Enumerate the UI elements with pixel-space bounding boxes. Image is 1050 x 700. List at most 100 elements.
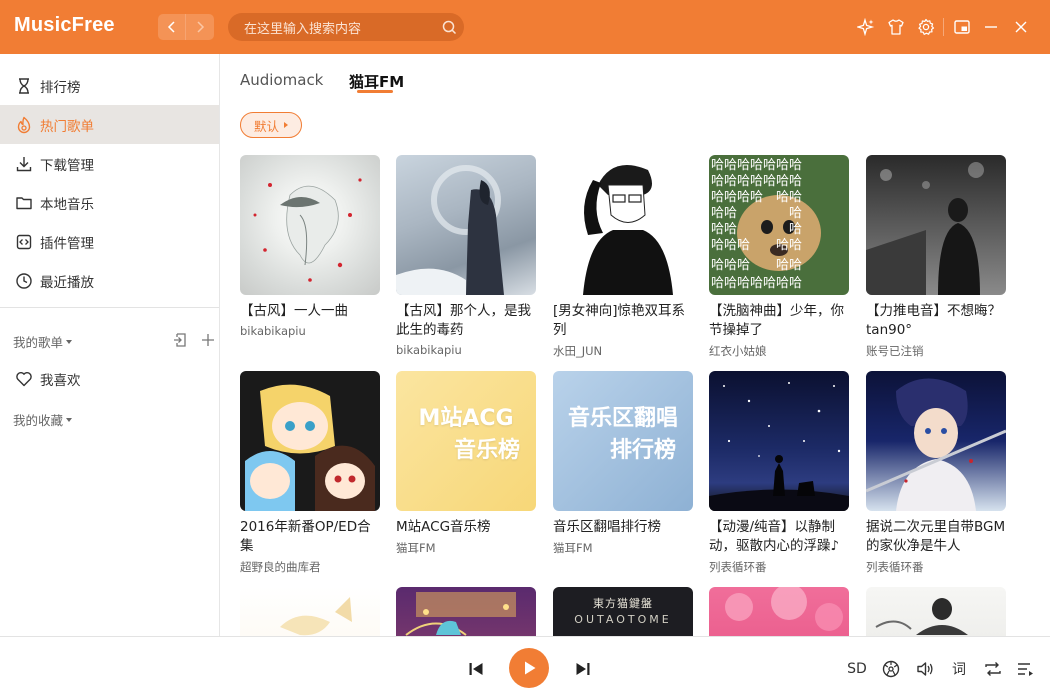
nav-buttons — [158, 14, 214, 40]
search-icon[interactable] — [434, 20, 464, 35]
volume-icon[interactable] — [914, 659, 936, 679]
playlist-cover: 東方猫鍵盤 OUTAOTOME — [553, 587, 693, 636]
next-track-button[interactable] — [573, 659, 593, 679]
playlist-card[interactable]: M站ACG 音乐榜 M站ACG音乐榜 猫耳FM — [396, 371, 536, 556]
sidebar-item-label: 下载管理 — [40, 157, 94, 174]
playlist-cover — [866, 587, 1006, 636]
playlist-author: 红衣小姑娘 — [709, 344, 767, 358]
settings-gear-icon[interactable] — [916, 17, 936, 37]
hot-playlist-icon — [14, 115, 34, 135]
playlist-cover: 哈哈哈哈哈哈哈 哈哈哈哈哈哈哈 哈哈哈哈 哈哈 哈哈 哈 哈哈 哈 哈哈哈 哈哈… — [709, 155, 849, 295]
playlist-author: 水田_JUN — [553, 344, 603, 358]
previous-track-button[interactable] — [466, 659, 486, 679]
playlist-card[interactable]: 【古风】那个人，是我此生的毒药 bikabikapiu — [396, 155, 536, 357]
playlist-card[interactable]: 【动漫/纯音】以静制动，驱散内心的浮躁♪ 列表循环番 — [709, 371, 849, 575]
quality-button[interactable]: SD — [846, 659, 868, 679]
playlist-card[interactable] — [866, 587, 1006, 636]
sort-button[interactable]: 默认 — [240, 112, 302, 138]
playlist-card[interactable]: 音乐区翻唱 排行榜 音乐区翻唱排行榜 猫耳FM — [553, 371, 693, 556]
playlist-cover — [709, 587, 849, 636]
title-bar: MusicFree 在这里输入搜索内容 — [0, 0, 1050, 54]
playlist-card[interactable] — [240, 587, 380, 636]
theme-shirt-icon[interactable] — [886, 17, 906, 37]
playlist-cover — [553, 155, 693, 295]
main-content: Audiomack 猫耳FM 默认 【古风】一人一曲 bikabikapiu 【… — [221, 54, 1050, 636]
playlist-card[interactable] — [396, 587, 536, 636]
my-playlists-header[interactable]: 我的歌单 — [13, 332, 73, 351]
playlist-card[interactable]: 東方猫鍵盤 OUTAOTOME — [553, 587, 693, 636]
skip-next-icon — [576, 663, 590, 675]
forward-button[interactable] — [186, 14, 214, 40]
tab-maoer-fm[interactable]: 猫耳FM — [349, 71, 404, 92]
header-divider — [943, 18, 944, 36]
playlist-cover: M站ACG 音乐榜 — [396, 371, 536, 511]
cover-caption-line1: 東方猫鍵盤 — [593, 597, 653, 610]
minimize-icon[interactable] — [981, 17, 1001, 37]
sidebar: 排行榜 热门歌单 下载管理 本地音乐 插件管理 最近播放 我的歌单 我喜欢 我的… — [0, 54, 220, 636]
mini-mode-icon[interactable] — [952, 17, 972, 37]
folder-icon — [14, 193, 34, 213]
playlist-cover — [240, 587, 380, 636]
sidebar-item-label: 最近播放 — [40, 274, 94, 291]
heart-icon — [14, 369, 34, 389]
search-input[interactable]: 在这里输入搜索内容 — [228, 13, 464, 41]
my-collections-label: 我的收藏 — [13, 413, 64, 428]
svg-text:哈哈哈 哈哈: 哈哈哈 哈哈 — [711, 238, 802, 253]
search-placeholder: 在这里输入搜索内容 — [244, 21, 362, 37]
sidebar-item-recent[interactable]: 最近播放 — [0, 261, 219, 300]
playlist-author: 猫耳FM — [396, 541, 436, 555]
clock-icon — [14, 271, 34, 291]
sidebar-item-downloads[interactable]: 下载管理 — [0, 144, 219, 183]
playlist-card[interactable]: 哈哈哈哈哈哈哈 哈哈哈哈哈哈哈 哈哈哈哈 哈哈 哈哈 哈 哈哈 哈 哈哈哈 哈哈… — [709, 155, 849, 359]
sidebar-item-label: 热门歌单 — [40, 118, 94, 135]
playlist-card[interactable]: 据说二次元里自带BGM的家伙净是牛人 列表循环番 — [866, 371, 1006, 575]
chevron-left-icon — [167, 21, 175, 33]
repeat-mode-icon[interactable] — [982, 659, 1004, 679]
back-button[interactable] — [158, 14, 186, 40]
cover-caption-line2: 排行榜 — [609, 438, 676, 463]
close-icon[interactable] — [1011, 17, 1031, 37]
playlist-card[interactable]: 【古风】一人一曲 bikabikapiu — [240, 155, 380, 338]
cover-caption-line2: OUTAOTOME — [574, 613, 672, 626]
sidebar-item-hot-playlists[interactable]: 热门歌单 — [0, 105, 219, 144]
add-playlist-icon[interactable] — [200, 332, 216, 352]
playlist-card[interactable] — [709, 587, 849, 636]
svg-text:哈哈哈哈哈哈哈: 哈哈哈哈哈哈哈 — [711, 158, 802, 173]
svg-text:哈哈哈哈哈哈哈: 哈哈哈哈哈哈哈 — [711, 174, 802, 189]
playlist-author: bikabikapiu — [240, 324, 306, 338]
tab-audiomack[interactable]: Audiomack — [240, 71, 323, 89]
sound-effect-icon[interactable] — [880, 659, 902, 679]
sidebar-item-label: 我喜欢 — [40, 372, 81, 389]
download-icon — [14, 154, 34, 174]
active-tab-indicator — [357, 90, 393, 93]
cover-caption-line2: 音乐榜 — [453, 438, 520, 463]
svg-text:哈哈 哈: 哈哈 哈 — [711, 206, 802, 221]
playlist-author: 列表循环番 — [866, 560, 924, 574]
import-playlist-icon[interactable] — [172, 332, 188, 352]
sparkle-icon[interactable] — [856, 17, 876, 37]
lyrics-button[interactable]: 词 — [948, 659, 970, 679]
sidebar-item-local-music[interactable]: 本地音乐 — [0, 183, 219, 222]
my-playlists-label: 我的歌单 — [13, 335, 64, 350]
playlist-card[interactable]: 【力推电音】不想晦？tan90° 账号已注销 — [866, 155, 1006, 359]
sidebar-item-plugins[interactable]: 插件管理 — [0, 222, 219, 261]
playlist-actions — [172, 332, 216, 352]
sidebar-item-charts[interactable]: 排行榜 — [0, 66, 219, 105]
sidebar-item-label: 本地音乐 — [40, 196, 94, 213]
playlist-card[interactable]: 2016年新番OP/ED合集 超野良的曲库君 — [240, 371, 380, 575]
my-collections-header[interactable]: 我的收藏 — [13, 410, 73, 429]
caret-down-icon — [66, 417, 73, 422]
playlist-card[interactable]: [男女神向]惊艳双耳系列 水田_JUN — [553, 155, 693, 359]
playlist-title: [男女神向]惊艳双耳系列 — [553, 303, 686, 338]
playlist-title: 据说二次元里自带BGM的家伙净是牛人 — [866, 519, 1006, 554]
sidebar-item-label: 插件管理 — [40, 235, 94, 252]
playlist-queue-icon[interactable] — [1014, 659, 1036, 679]
sidebar-item-favorites[interactable]: 我喜欢 — [0, 359, 219, 398]
playlist-title: M站ACG音乐榜 — [396, 519, 491, 535]
skip-previous-icon — [469, 663, 483, 675]
playlist-author: 猫耳FM — [553, 541, 593, 555]
caret-down-icon — [66, 339, 73, 344]
playlist-title: 【洗脑神曲】少年，你节操掉了 — [709, 303, 844, 338]
play-button[interactable] — [509, 648, 549, 688]
playlist-cover — [240, 371, 380, 511]
